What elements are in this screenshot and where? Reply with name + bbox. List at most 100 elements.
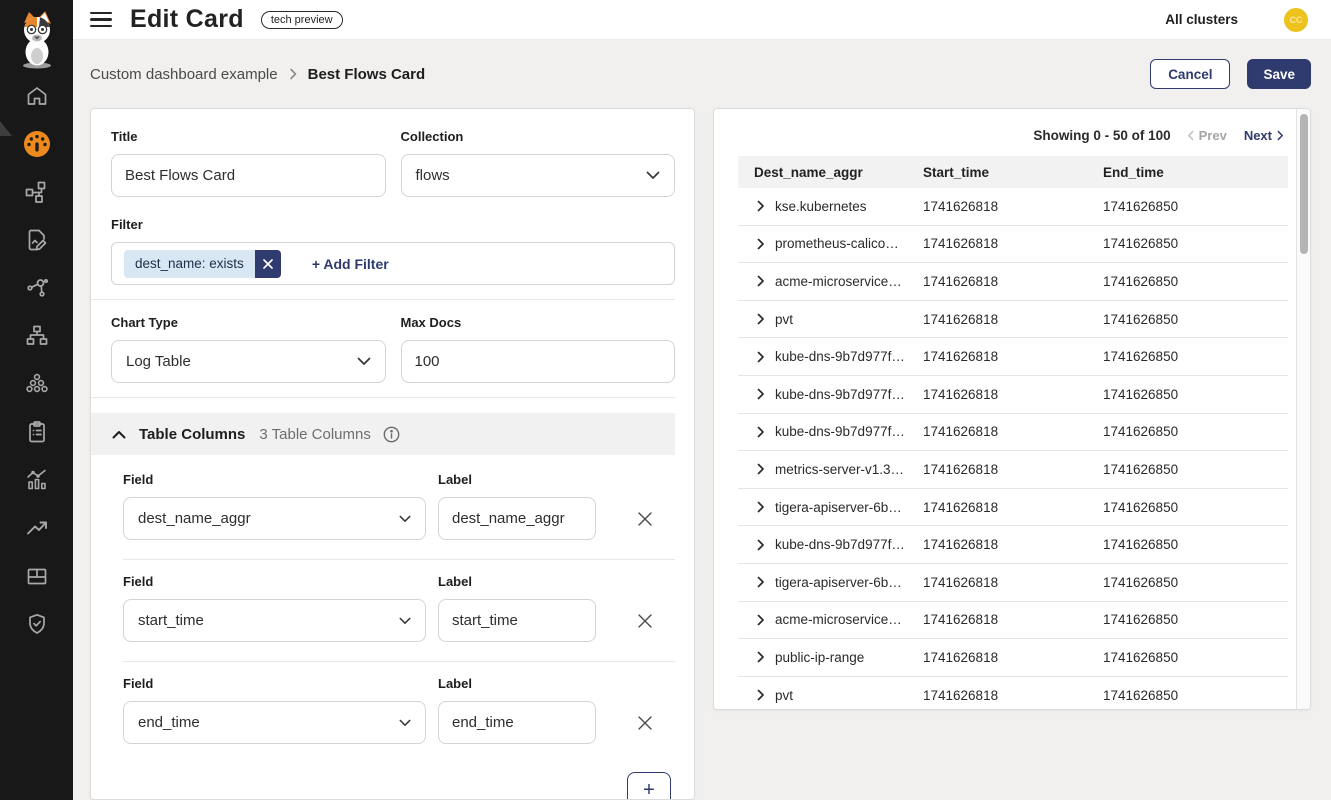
calico-cat-logo[interactable] [0,0,73,72]
table-row[interactable]: pvt 1741626818 1741626850 [738,301,1288,339]
table-columns-count: 3 Table Columns [259,426,370,443]
sidebar-item-clusters[interactable] [0,360,73,408]
sidebar-item-home[interactable] [0,72,73,120]
info-icon[interactable] [383,426,400,443]
table-row[interactable]: acme-microservice… 1741626818 1741626850 [738,602,1288,640]
document-edit-icon [25,228,49,252]
end-time-value: 1741626850 [1103,424,1276,439]
avatar[interactable]: CC [1284,8,1308,32]
table-columns-accordion-header[interactable]: Table Columns 3 Table Columns [91,413,675,455]
table-row[interactable]: kube-dns-9b7d977f… 1741626818 1741626850 [738,414,1288,452]
breadcrumb-row: Custom dashboard example Best Flows Card… [90,40,1311,108]
prev-page-button[interactable]: Prev [1187,128,1227,143]
title-input[interactable] [111,154,386,197]
preview-table: Dest_name_aggr Start_time End_time kse.k… [738,156,1288,710]
expand-row-icon[interactable] [757,614,765,626]
field-select[interactable]: start_time [123,599,426,642]
save-button[interactable]: Save [1247,59,1311,89]
scrollbar-thumb[interactable] [1300,114,1308,254]
sidebar-item-network-sets[interactable] [0,312,73,360]
menu-icon[interactable] [90,8,114,32]
sidebar-item-service-graph[interactable] [0,168,73,216]
add-column-button[interactable]: + [627,772,671,800]
dashboard-gauge-icon [23,130,51,158]
start-time-value: 1741626818 [923,612,1103,627]
start-time-value: 1741626818 [923,312,1103,327]
expand-row-icon[interactable] [757,275,765,287]
expand-row-icon[interactable] [757,426,765,438]
divider [91,397,675,398]
table-row[interactable]: metrics-server-v1.3… 1741626818 17416268… [738,451,1288,489]
expand-row-icon[interactable] [757,539,765,551]
chevron-down-icon [646,171,660,180]
expand-row-icon[interactable] [757,651,765,663]
expand-row-icon[interactable] [757,388,765,400]
table-row[interactable]: kse.kubernetes 1741626818 1741626850 [738,188,1288,226]
sidebar-item-policies[interactable] [0,408,73,456]
field-select[interactable]: dest_name_aggr [123,497,426,540]
dest-name-value: kube-dns-9b7d977f… [775,537,905,552]
collection-select[interactable]: flows [401,154,676,197]
cancel-button[interactable]: Cancel [1150,59,1230,89]
panel-corner-decoration [0,121,12,136]
expand-row-icon[interactable] [757,463,765,475]
start-time-value: 1741626818 [923,349,1103,364]
showing-range-text: Showing 0 - 50 of 100 [1033,128,1170,143]
end-time-value: 1741626850 [1103,650,1276,665]
breadcrumb-parent[interactable]: Custom dashboard example [90,66,278,83]
start-time-value: 1741626818 [923,424,1103,439]
expand-row-icon[interactable] [757,313,765,325]
label-input[interactable] [438,599,596,642]
label-input[interactable] [438,701,596,744]
remove-column-button[interactable] [637,701,653,744]
table-row[interactable]: tigera-apiserver-6b… 1741626818 17416268… [738,489,1288,527]
sidebar-item-trends[interactable] [0,504,73,552]
sidebar-item-flow-visualizations[interactable] [0,264,73,312]
expand-row-icon[interactable] [757,351,765,363]
expand-row-icon[interactable] [757,501,765,513]
table-row[interactable]: tigera-apiserver-6b… 1741626818 17416268… [738,564,1288,602]
next-page-button[interactable]: Next [1244,128,1284,143]
chart-type-label: Chart Type [111,315,386,330]
field-select[interactable]: end_time [123,701,426,744]
sidebar-item-statistics[interactable] [0,456,73,504]
expand-row-icon[interactable] [757,689,765,701]
remove-filter-button[interactable] [255,250,281,278]
label-input[interactable] [438,497,596,540]
table-row[interactable]: acme-microservice… 1741626818 1741626850 [738,263,1288,301]
remove-column-button[interactable] [637,599,653,642]
end-time-value: 1741626850 [1103,199,1276,214]
chart-type-select[interactable]: Log Table [111,340,386,383]
start-time-value: 1741626818 [923,650,1103,665]
sidebar-item-packages[interactable] [0,552,73,600]
end-time-value: 1741626850 [1103,612,1276,627]
end-time-value: 1741626850 [1103,575,1276,590]
edit-card-form-panel: Title Collection flows Filter [90,108,695,800]
page-title: Edit Card [130,5,244,34]
table-column-rows: Field dest_name_aggr Label [111,455,675,744]
field-label: Field [123,472,426,487]
top-bar: Edit Card tech preview All clusters CC [73,0,1331,40]
remove-column-button[interactable] [637,497,653,540]
scrollbar-track[interactable] [1296,109,1310,709]
table-row[interactable]: kube-dns-9b7d977f… 1741626818 1741626850 [738,526,1288,564]
table-row[interactable]: kube-dns-9b7d977f… 1741626818 1741626850 [738,338,1288,376]
add-filter-button[interactable]: + Add Filter [312,256,389,272]
filter-box[interactable]: dest_name: exists + Add Filter [111,242,675,285]
sidebar-item-logs[interactable] [0,216,73,264]
table-column-row: Field end_time Label [123,676,675,744]
start-time-value: 1741626818 [923,387,1103,402]
table-row[interactable]: prometheus-calico… 1741626818 1741626850 [738,226,1288,264]
table-row[interactable]: public-ip-range 1741626818 1741626850 [738,639,1288,677]
expand-row-icon[interactable] [757,576,765,588]
page-content: Custom dashboard example Best Flows Card… [73,40,1331,800]
table-row[interactable]: pvt 1741626818 1741626850 [738,677,1288,710]
trending-up-icon [25,516,49,540]
table-row[interactable]: kube-dns-9b7d977f… 1741626818 1741626850 [738,376,1288,414]
cluster-scope-selector[interactable]: All clusters [1165,12,1238,27]
start-time-value: 1741626818 [923,500,1103,515]
sidebar-item-security[interactable] [0,600,73,648]
max-docs-input[interactable] [401,340,676,383]
expand-row-icon[interactable] [757,200,765,212]
expand-row-icon[interactable] [757,238,765,250]
